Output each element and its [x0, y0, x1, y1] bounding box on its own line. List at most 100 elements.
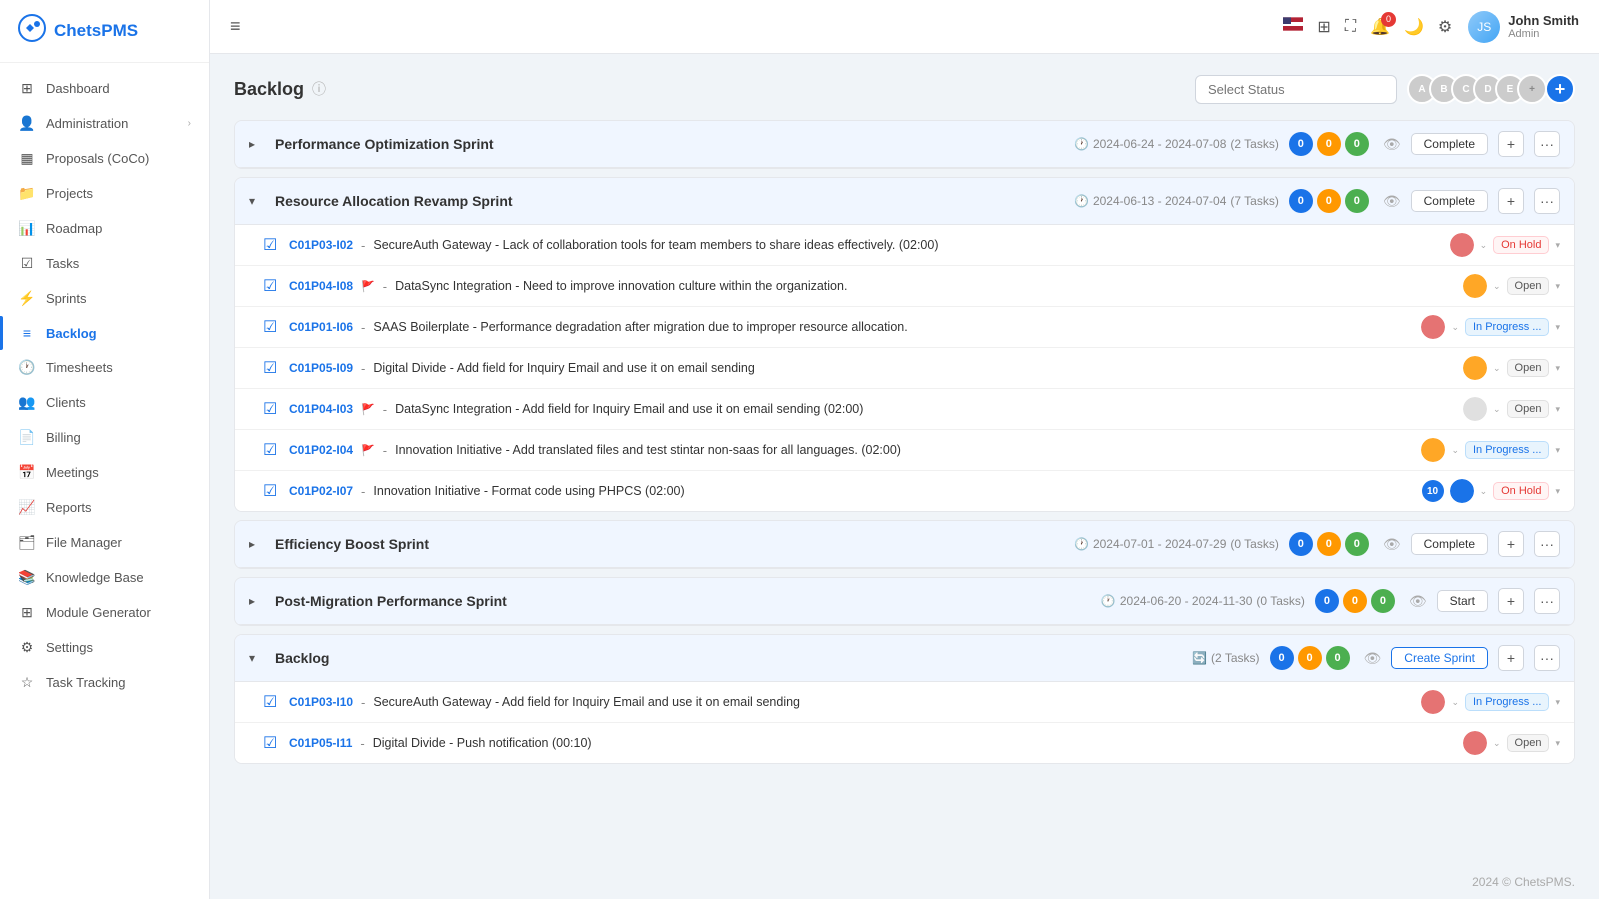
sidebar-item-sprints[interactable]: ⚡ Sprints [0, 281, 209, 316]
user-profile[interactable]: JS John Smith Admin [1468, 11, 1579, 43]
sidebar-item-backlog[interactable]: ≡ Backlog [0, 316, 209, 350]
task-checkbox[interactable]: ☑ [263, 358, 281, 378]
task-checkbox[interactable]: ☑ [263, 276, 281, 296]
sidebar-item-task-tracking[interactable]: ☆ Task Tracking [0, 665, 209, 700]
settings-icon[interactable]: ⚙ [1438, 17, 1452, 37]
task-status-badge[interactable]: In Progress ... [1465, 318, 1549, 336]
sprint-more-button[interactable]: ··· [1534, 531, 1560, 557]
dark-mode-icon[interactable]: 🌙 [1404, 17, 1424, 37]
select-status-input[interactable] [1195, 75, 1397, 104]
task-checkbox[interactable]: ☑ [263, 317, 281, 337]
task-id[interactable]: C01P05-I09 [289, 361, 353, 375]
sprint-eye-icon[interactable]: 👁 [1364, 650, 1382, 667]
task-status-badge[interactable]: Open [1507, 734, 1550, 752]
sprint-more-button[interactable]: ··· [1534, 588, 1560, 614]
sprint-add-button[interactable]: + [1498, 188, 1524, 214]
sprint-more-button[interactable]: ··· [1534, 131, 1560, 157]
sidebar-item-billing[interactable]: 📄 Billing [0, 420, 209, 455]
sprint-add-button[interactable]: + [1498, 645, 1524, 671]
sprint-eye-icon[interactable]: 👁 [1409, 593, 1427, 610]
status-expand-arrow[interactable]: ⌄ [1493, 363, 1501, 374]
task-id[interactable]: C01P03-I02 [289, 238, 353, 252]
task-checkbox[interactable]: ☑ [263, 440, 281, 460]
sprint-action-button[interactable]: Complete [1411, 133, 1488, 155]
status-expand-arrow[interactable]: ⌄ [1451, 445, 1459, 456]
task-id[interactable]: C01P01-I06 [289, 320, 353, 334]
sprint-add-button[interactable]: + [1498, 531, 1524, 557]
sidebar-item-knowledge-base[interactable]: 📚 Knowledge Base [0, 560, 209, 595]
sidebar-item-timesheets[interactable]: 🕐 Timesheets [0, 350, 209, 385]
sprint-add-button[interactable]: + [1498, 588, 1524, 614]
status-dropdown-arrow[interactable]: ▾ [1555, 738, 1560, 749]
task-checkbox[interactable]: ☑ [263, 481, 281, 501]
apps-icon[interactable]: ⊞ [1317, 17, 1330, 37]
fullscreen-icon[interactable]: ⛶ [1345, 18, 1356, 36]
status-expand-arrow[interactable]: ⌄ [1493, 404, 1501, 415]
sprint-eye-icon[interactable]: 👁 [1383, 136, 1401, 153]
member-avatar-6[interactable]: + [1517, 74, 1547, 104]
task-id[interactable]: C01P03-I10 [289, 695, 353, 709]
sidebar-item-reports[interactable]: 📈 Reports [0, 490, 209, 525]
sprint-add-button[interactable]: + [1498, 131, 1524, 157]
status-dropdown-arrow[interactable]: ▾ [1555, 486, 1560, 497]
sprint-action-button[interactable]: Complete [1411, 533, 1488, 555]
task-id[interactable]: C01P04-I03 [289, 402, 353, 416]
sidebar-item-proposals[interactable]: ▦ Proposals (CoCo) [0, 141, 209, 176]
task-checkbox[interactable]: ☑ [263, 733, 281, 753]
sprint-toggle[interactable]: ▸ [249, 537, 265, 551]
sprint-action-button[interactable]: Create Sprint [1391, 647, 1488, 669]
task-status-badge[interactable]: On Hold [1493, 482, 1549, 500]
status-expand-arrow[interactable]: ⌄ [1451, 697, 1459, 708]
page-info-icon[interactable]: ⓘ [312, 79, 326, 99]
task-id[interactable]: C01P05-I11 [289, 736, 352, 750]
hamburger-button[interactable]: ≡ [230, 16, 241, 37]
sidebar-item-roadmap[interactable]: 📊 Roadmap [0, 211, 209, 246]
status-expand-arrow[interactable]: ⌄ [1480, 240, 1488, 251]
task-checkbox[interactable]: ☑ [263, 235, 281, 255]
sidebar-item-module-generator[interactable]: ⊞ Module Generator [0, 595, 209, 630]
task-status-badge[interactable]: On Hold [1493, 236, 1549, 254]
sidebar-item-file-manager[interactable]: 🗂 File Manager [0, 525, 209, 560]
sprint-toggle[interactable]: ▸ [249, 594, 265, 608]
task-id[interactable]: C01P04-I08 [289, 279, 353, 293]
status-expand-arrow[interactable]: ⌄ [1451, 322, 1459, 333]
task-status-badge[interactable]: In Progress ... [1465, 693, 1549, 711]
sidebar-item-clients[interactable]: 👥 Clients [0, 385, 209, 420]
sprint-action-button[interactable]: Start [1437, 590, 1488, 612]
add-member-button[interactable]: + [1545, 74, 1575, 104]
task-id[interactable]: C01P02-I04 [289, 443, 353, 457]
flag-icon[interactable] [1283, 17, 1303, 36]
status-expand-arrow[interactable]: ⌄ [1493, 281, 1501, 292]
sidebar-item-tasks[interactable]: ☑ Tasks [0, 246, 209, 281]
status-dropdown-arrow[interactable]: ▾ [1555, 281, 1560, 292]
status-dropdown-arrow[interactable]: ▾ [1555, 404, 1560, 415]
status-dropdown-arrow[interactable]: ▾ [1555, 322, 1560, 333]
sprint-eye-icon[interactable]: 👁 [1383, 193, 1401, 210]
task-checkbox[interactable]: ☑ [263, 399, 281, 419]
sprint-more-button[interactable]: ··· [1534, 188, 1560, 214]
sprint-eye-icon[interactable]: 👁 [1383, 536, 1401, 553]
sidebar-item-dashboard[interactable]: ⊞ Dashboard [0, 71, 209, 106]
status-expand-arrow[interactable]: ⌄ [1480, 486, 1488, 497]
sidebar-item-administration[interactable]: 👤 Administration › [0, 106, 209, 141]
notification-icon[interactable]: 🔔 0 [1370, 17, 1390, 37]
status-dropdown-arrow[interactable]: ▾ [1555, 445, 1560, 456]
sprint-more-button[interactable]: ··· [1534, 645, 1560, 671]
status-expand-arrow[interactable]: ⌄ [1493, 738, 1501, 749]
task-status-badge[interactable]: Open [1507, 277, 1550, 295]
sprint-toggle[interactable]: ▾ [249, 194, 265, 208]
status-dropdown-arrow[interactable]: ▾ [1555, 697, 1560, 708]
task-status-badge[interactable]: Open [1507, 359, 1550, 377]
sprint-toggle[interactable]: ▾ [249, 651, 265, 665]
task-id[interactable]: C01P02-I07 [289, 484, 353, 498]
sprint-toggle[interactable]: ▸ [249, 137, 265, 151]
task-status-badge[interactable]: Open [1507, 400, 1550, 418]
status-dropdown-arrow[interactable]: ▾ [1555, 363, 1560, 374]
status-dropdown-arrow[interactable]: ▾ [1555, 240, 1560, 251]
sprint-action-button[interactable]: Complete [1411, 190, 1488, 212]
logo[interactable]: ChetsPMS [0, 0, 209, 63]
task-checkbox[interactable]: ☑ [263, 692, 281, 712]
sidebar-item-projects[interactable]: 📁 Projects [0, 176, 209, 211]
sidebar-item-settings[interactable]: ⚙ Settings [0, 630, 209, 665]
sidebar-item-meetings[interactable]: 📅 Meetings [0, 455, 209, 490]
